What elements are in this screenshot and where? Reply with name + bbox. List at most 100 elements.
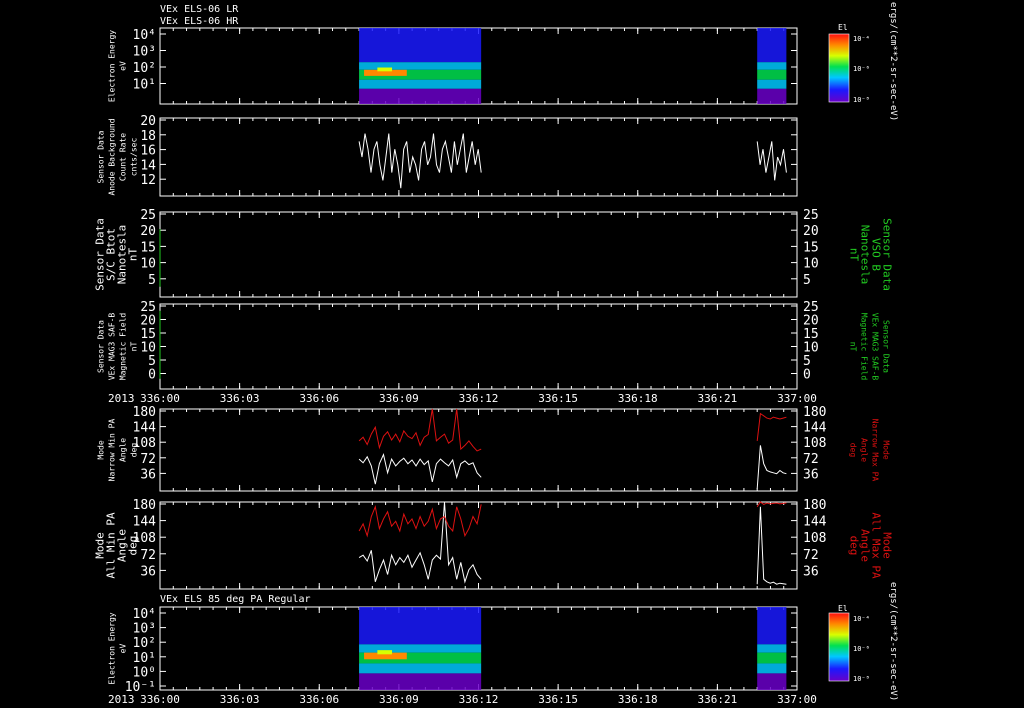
x-tick-label: 336:15 bbox=[538, 392, 578, 405]
x-tick-label: 336:00 bbox=[140, 392, 180, 405]
y-axis-label-line: Magnetic Field bbox=[860, 313, 869, 381]
series-line-narrow-min-pa bbox=[756, 445, 787, 489]
heatmap-band bbox=[359, 673, 482, 690]
y-tick-label: 10¹ bbox=[133, 651, 156, 666]
y-right-tick-label: 180 bbox=[803, 405, 826, 420]
y-axis-label-left: Sensor Data VEx MAG3 SAF-B Magnetic Field n… bbox=[97, 313, 139, 381]
year-label: 2013 bbox=[108, 693, 135, 706]
y-tick-label: 10⁴ bbox=[133, 607, 156, 622]
heatmap-band bbox=[359, 88, 482, 104]
y-axis-label-left: Electron Energy eV bbox=[108, 30, 128, 102]
y-axis-label-line: Angle bbox=[119, 438, 128, 462]
y-tick-label: 14 bbox=[140, 158, 156, 173]
y-axis-label-right: ModeNarrow Max PAAngledeg bbox=[849, 419, 891, 482]
heatmap-band bbox=[359, 663, 482, 674]
series-line-narrow-max-pa bbox=[358, 408, 482, 452]
colorbar-top-title: El bbox=[838, 23, 848, 32]
y-right-tick-label: 108 bbox=[803, 531, 826, 546]
y-right-tick-label: 0 bbox=[803, 368, 811, 383]
y-axis-label-line: Magnetic Field bbox=[119, 313, 128, 381]
panel-btot: 252015105252015105Sensor DataS/C BtotNan… bbox=[94, 208, 894, 298]
y-tick-label: 5 bbox=[148, 273, 156, 288]
y-axis-label-line: Mode bbox=[882, 440, 891, 459]
y-tick-label: 18 bbox=[140, 129, 156, 144]
colorbar-bottom: El 10⁻⁴ 10⁻⁶ 10⁻⁸ ergs/(cm**2-sr-sec-eV) bbox=[828, 582, 898, 701]
colorbar-top: El 10⁻⁴ 10⁻⁶ 10⁻⁸ ergs/(cm**2-sr-sec-eV) bbox=[828, 2, 898, 121]
y-right-tick-label: 108 bbox=[803, 436, 826, 451]
heatmap-band bbox=[757, 607, 787, 645]
y-tick-label: 144 bbox=[133, 515, 157, 530]
x-tick-label: 336:03 bbox=[220, 392, 260, 405]
colorbar-top-label-low: 10⁻⁸ bbox=[853, 96, 870, 104]
y-axis-label-line: Narrow Max PA bbox=[871, 419, 880, 482]
series-line-all-max-pa bbox=[756, 501, 787, 508]
x-tick-label: 336:18 bbox=[618, 693, 658, 706]
x-tick-label: 336:15 bbox=[538, 693, 578, 706]
y-tick-label: 10 bbox=[140, 257, 156, 272]
series-line-narrow-max-pa bbox=[756, 412, 787, 441]
y-axis-label-line: Mode bbox=[97, 440, 106, 459]
multi-panel-chart: VEx ELS-06 LR VEx ELS-06 HR VEx ELS 85 d… bbox=[94, 2, 899, 706]
y-right-tick-label: 10 bbox=[803, 257, 819, 272]
y-tick-label: 16 bbox=[140, 144, 156, 159]
y-axis-label-line: Anode Background bbox=[108, 118, 117, 195]
heatmap-band bbox=[757, 79, 787, 89]
y-right-tick-label: 36 bbox=[803, 467, 819, 482]
x-tick-label: 336:06 bbox=[299, 392, 339, 405]
x-tick-label: 336:18 bbox=[618, 392, 658, 405]
colorbar-top-label-high: 10⁻⁴ bbox=[853, 35, 870, 43]
y-axis-label-line: deg bbox=[849, 443, 858, 458]
heatmap-band bbox=[757, 62, 787, 70]
y-tick-label: 36 bbox=[140, 564, 156, 579]
y-axis-label-line: deg bbox=[130, 443, 139, 458]
y-axis-label-line: deg bbox=[127, 536, 140, 556]
y-axis-label-right: Sensor DataVSO BNanoteslanT bbox=[848, 218, 894, 291]
y-tick-label: 10³ bbox=[133, 45, 156, 60]
panel-background: 2018161412Sensor Data Anode Background Cou… bbox=[97, 114, 798, 197]
y-axis-label-line: Sensor Data bbox=[97, 130, 106, 183]
colorbar-bottom-gradient bbox=[828, 612, 850, 682]
colorbar-top-gradient bbox=[828, 33, 850, 103]
colorbar-bottom-units: ergs/(cm**2-sr-sec-eV) bbox=[888, 582, 898, 701]
y-axis-label-line: deg bbox=[848, 536, 861, 556]
y-right-tick-label: 25 bbox=[803, 208, 819, 223]
panel-frame bbox=[159, 303, 798, 390]
y-axis-label-line: Narrow Min PA bbox=[108, 419, 117, 482]
y-tick-label: 144 bbox=[133, 421, 157, 436]
y-axis-label-left: Sensor Data Anode Background Count Rate cnt… bbox=[97, 118, 139, 195]
colorbar-bottom-label-high: 10⁻⁴ bbox=[853, 615, 870, 623]
y-tick-label: 10³ bbox=[133, 622, 156, 637]
y-tick-label: 72 bbox=[140, 548, 156, 563]
y-axis-label-line: eV bbox=[119, 644, 128, 654]
header-line-1: VEx ELS-06 LR bbox=[160, 4, 239, 15]
y-axis-label-line: VEx MAG3 SAF-B bbox=[871, 313, 880, 381]
y-axis-label-line: cnts/sec bbox=[130, 138, 139, 177]
y-axis-label-line: Electron Energy bbox=[108, 30, 117, 102]
x-tick-label: 336:03 bbox=[220, 693, 260, 706]
y-axis-label-left: Sensor DataS/C BtotNanoteslanT bbox=[94, 218, 140, 291]
y-axis-label-line: nT bbox=[849, 342, 858, 352]
colorbar-bottom-title: El bbox=[838, 604, 848, 613]
heatmap-band bbox=[359, 28, 482, 63]
series-line-all-min-pa bbox=[756, 506, 787, 585]
x-tick-label: 336:06 bbox=[299, 693, 339, 706]
y-axis-label-line: nT bbox=[848, 248, 861, 262]
panel-frame bbox=[159, 211, 798, 298]
y-tick-label: 15 bbox=[140, 240, 156, 255]
header-line-2: VEx ELS-06 HR bbox=[160, 16, 239, 27]
y-right-tick-label: 72 bbox=[803, 548, 819, 563]
y-tick-label: 20 bbox=[140, 224, 156, 239]
y-axis-label-line: VEx MAG3 SAF-B bbox=[108, 313, 117, 381]
series-line-all-min-pa bbox=[358, 501, 482, 584]
x-tick-label: 336:09 bbox=[379, 693, 419, 706]
heatmap-band bbox=[757, 652, 787, 664]
x-tick-label: 337:00 bbox=[777, 693, 817, 706]
y-tick-label: 20 bbox=[140, 114, 156, 129]
y-tick-label: 12 bbox=[140, 173, 156, 188]
y-tick-label: 10² bbox=[133, 636, 156, 651]
y-tick-label: 10² bbox=[133, 61, 156, 76]
y-tick-label: 10⁰ bbox=[133, 665, 156, 680]
y-right-tick-label: 5 bbox=[803, 273, 811, 288]
heatmap-hot-band bbox=[377, 650, 393, 655]
y-right-tick-label: 36 bbox=[803, 564, 819, 579]
